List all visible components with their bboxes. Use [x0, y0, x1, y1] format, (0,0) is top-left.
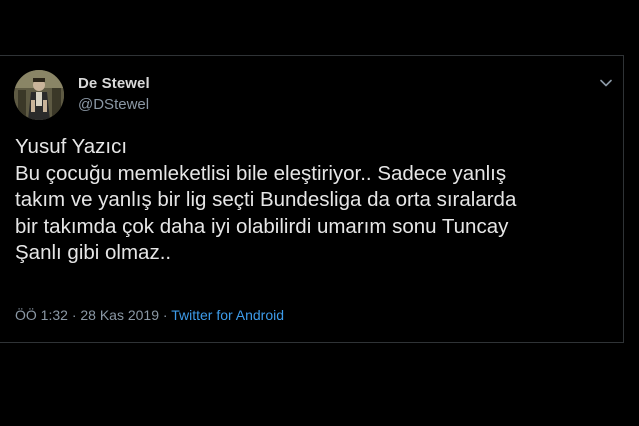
chevron-down-icon[interactable] [597, 74, 615, 92]
tweet-source-link[interactable]: Twitter for Android [171, 307, 284, 323]
tweet-time[interactable]: ÖÖ 1:32 [15, 307, 68, 323]
tweet-line: Bu çocuğu memleketlisi bile eleştiriyor.… [15, 161, 507, 185]
tweet-meta: ÖÖ 1:32 · 28 Kas 2019 · Twitter for Andr… [15, 307, 284, 323]
avatar[interactable] [14, 70, 64, 120]
tweet-line: bir takımda çok daha iyi olabilirdi umar… [15, 214, 509, 238]
tweet-line: Yusuf Yazıcı [15, 135, 128, 158]
user-handle[interactable]: @DStewel [78, 96, 149, 113]
display-name[interactable]: De Stewel [78, 75, 150, 92]
tweet-date[interactable]: 28 Kas 2019 [80, 307, 159, 323]
meta-separator: · [71, 307, 77, 323]
tweet-text: Yusuf Yazıcı Bu çocuğu memleketlisi bile… [15, 134, 615, 267]
tweet-card: De Stewel @DStewel Yusuf Yazıcı Bu çocuğ… [0, 55, 624, 343]
tweet-line: Şanlı gibi olmaz.. [15, 241, 172, 264]
tweet-line: takım ve yanlış bir lig seçti Bundesliga… [15, 188, 517, 211]
meta-separator: · [162, 307, 168, 323]
